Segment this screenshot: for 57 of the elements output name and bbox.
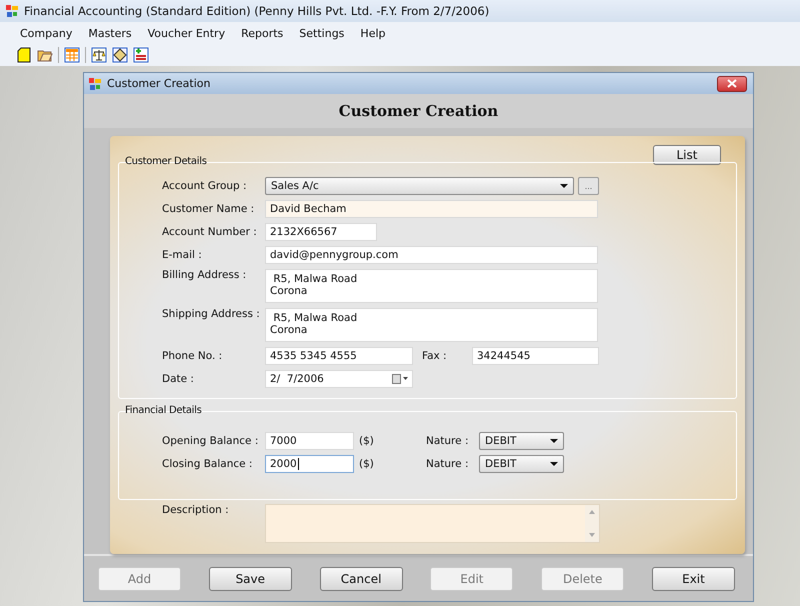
menu-item[interactable]: Voucher Entry [140,26,234,40]
field-label: Billing Address : [162,268,248,281]
menu-item[interactable]: Help [352,26,394,40]
input-field[interactable]: 2132X66567 [265,222,377,241]
address-field[interactable]: R5, Malwa Road Corona [265,308,598,342]
field-label: Opening Balance : [162,434,260,447]
new-page-icon[interactable] [16,47,32,63]
field-label: Customer Name : [162,202,256,215]
list-add-icon[interactable] [133,47,149,63]
field-label: E-mail : [162,248,203,261]
tag-icon[interactable] [112,47,128,63]
account-group-dropdown[interactable]: Sales A/c [265,176,574,195]
input-field[interactable]: 7000 [265,432,354,450]
field-label: Date : [162,372,195,385]
currency-unit: ($) [358,458,375,470]
window-title: Financial Accounting (Standard Edition) (Penny Hills Pvt. Ltd. -F.Y. From 2/7/2006) [24,4,490,18]
field-label: Shipping Address : [162,308,261,320]
input-field[interactable]: David Becham [265,200,598,218]
field-label: Description : [162,504,230,516]
menu-item[interactable]: Masters [80,26,140,40]
field-label: Account Number : [162,226,258,238]
action-button[interactable]: Exit [652,566,735,591]
scales-icon[interactable] [91,47,107,63]
group-legend: Customer Details [123,156,209,167]
input-field[interactable]: david@pennygroup.com [265,246,598,264]
app-logo-icon [5,4,19,18]
action-button[interactable]: Cancel [320,566,403,591]
menu-item[interactable]: Reports [233,26,292,40]
dialog-title: Customer Creation [107,77,212,90]
close-button[interactable] [717,76,747,92]
field-label: Account Group : [162,180,248,192]
form-heading: Customer Creation [84,94,753,128]
field-label: Fax : [422,350,448,362]
field-label: Nature : [426,434,470,447]
browse-button[interactable]: ... [578,176,599,195]
list-button[interactable]: List [653,144,721,165]
menu-item[interactable]: Settings [291,26,352,40]
date-picker[interactable]: 2/ 7/2006 [265,370,413,388]
calendar-icon[interactable] [392,374,408,384]
input-field[interactable]: 4535 5345 4555 [265,346,413,365]
app-logo-icon [88,76,102,91]
close-icon [727,79,737,88]
description-field[interactable] [265,504,600,543]
currency-unit: ($) [358,434,375,447]
field-label: Phone No. : [162,350,224,362]
field-label: Nature : [426,458,470,470]
field-label: Closing Balance : [162,458,254,470]
input-field[interactable]: 2000 [265,454,354,473]
menu-item[interactable]: Company [12,26,80,40]
nature-dropdown[interactable]: DEBIT [479,454,564,473]
input-field[interactable]: 34244545 [472,346,599,365]
address-field[interactable]: R5, Malwa Road Corona [265,268,598,303]
table-icon[interactable] [64,47,80,63]
action-button[interactable]: Save [208,566,292,591]
nature-dropdown[interactable]: DEBIT [479,432,564,450]
group-legend: Financial Details [123,404,204,416]
scrollbar[interactable] [585,504,599,542]
